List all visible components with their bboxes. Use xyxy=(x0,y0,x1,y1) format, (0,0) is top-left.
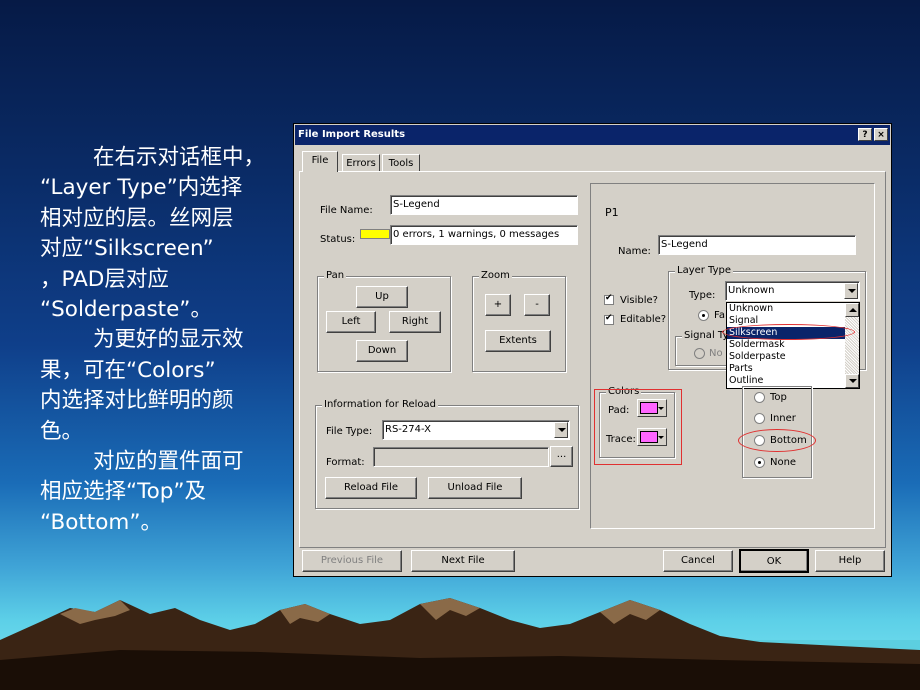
reload-file-button[interactable]: Reload File xyxy=(325,477,417,499)
layer-type-dropdown-list[interactable]: Unknown Signal Silkscreen Soldermask Sol… xyxy=(726,302,860,389)
pan-left-button[interactable]: Left xyxy=(326,311,376,333)
no-radio[interactable] xyxy=(694,348,705,359)
trace-color-picker[interactable] xyxy=(637,428,667,446)
silkscreen-highlight xyxy=(722,324,855,340)
layer-type-group-label: Layer Type xyxy=(675,265,734,277)
top-label: Top xyxy=(770,392,787,403)
zoom-out-button[interactable]: - xyxy=(524,294,550,316)
file-type-label: File Type: xyxy=(326,426,373,437)
text-line: 相应选择“Top”及 xyxy=(40,479,207,505)
format-field[interactable] xyxy=(373,447,549,467)
ok-button[interactable]: OK xyxy=(739,549,809,573)
list-item[interactable]: Soldermask xyxy=(727,339,845,351)
chevron-down-icon xyxy=(658,436,664,439)
pad-color-swatch xyxy=(640,402,658,414)
chevron-down-icon[interactable] xyxy=(554,422,568,438)
text-line: 为更好的显示效 xyxy=(93,327,244,353)
no-label: No xyxy=(709,348,723,359)
layer-type-value: Unknown xyxy=(728,285,775,296)
top-radio[interactable] xyxy=(754,392,765,403)
text-line: 相对应的层。丝网层 xyxy=(40,205,234,231)
layer-name-field[interactable]: S-Legend xyxy=(658,235,856,255)
pan-up-button[interactable]: Up xyxy=(356,286,408,308)
none-label: None xyxy=(770,457,797,468)
unload-file-button[interactable]: Unload File xyxy=(428,477,522,499)
pan-group-label: Pan xyxy=(324,270,347,282)
text-line: “Solderpaste”。 xyxy=(40,297,212,323)
file-import-results-dialog: File Import Results ? × File Errors Tool… xyxy=(293,123,892,577)
close-icon[interactable]: × xyxy=(874,128,888,141)
visible-checkbox[interactable] xyxy=(604,293,614,305)
next-file-button[interactable]: Next File xyxy=(411,550,515,572)
scroll-down-icon[interactable] xyxy=(845,374,859,388)
list-item[interactable]: Unknown xyxy=(727,303,845,315)
status-field: 0 errors, 1 warnings, 0 messages xyxy=(390,225,578,245)
help-button[interactable]: Help xyxy=(815,550,885,572)
tab-tools[interactable]: Tools xyxy=(382,154,420,172)
text-line: “Bottom”。 xyxy=(40,509,162,535)
file-name-label: File Name: xyxy=(320,205,373,216)
file-type-value: RS-274-X xyxy=(385,424,431,435)
status-indicator xyxy=(360,229,390,239)
layer-id: P1 xyxy=(605,206,619,219)
trace-color-swatch xyxy=(640,431,658,443)
layer-type-select[interactable]: Unknown xyxy=(725,281,860,301)
trace-color-label: Trace: xyxy=(606,434,636,445)
visible-label: Visible? xyxy=(620,295,658,306)
scrollbar[interactable] xyxy=(845,303,859,388)
fa-radio[interactable] xyxy=(698,310,709,321)
format-label: Format: xyxy=(326,457,365,468)
text-line: ，PAD层对应 xyxy=(40,266,169,292)
text-line: 内选择对比鲜明的颜 xyxy=(40,388,234,414)
pad-color-label: Pad: xyxy=(608,405,630,416)
layer-name-label: Name: xyxy=(618,246,651,257)
text-line: 色。 xyxy=(40,418,84,444)
help-title-button[interactable]: ? xyxy=(858,128,872,141)
editable-checkbox[interactable] xyxy=(604,313,614,325)
file-name-field: S-Legend xyxy=(390,195,578,215)
tab-errors[interactable]: Errors xyxy=(342,154,380,172)
mountain-landscape xyxy=(0,598,920,690)
type-label: Type: xyxy=(689,290,716,301)
pad-color-picker[interactable] xyxy=(637,399,667,417)
inner-radio[interactable] xyxy=(754,413,765,424)
none-radio[interactable] xyxy=(754,457,765,468)
pan-down-button[interactable]: Down xyxy=(356,340,408,362)
bottom-highlight xyxy=(738,429,816,452)
scroll-up-icon[interactable] xyxy=(845,303,859,317)
dialog-titlebar: File Import Results ? × xyxy=(295,125,890,145)
chevron-down-icon[interactable] xyxy=(844,283,858,299)
editable-label: Editable? xyxy=(620,314,667,325)
chevron-down-icon xyxy=(658,407,664,410)
browse-button[interactable]: ... xyxy=(550,446,573,467)
zoom-in-button[interactable]: + xyxy=(485,294,511,316)
dialog-title: File Import Results xyxy=(298,129,406,140)
text-line: 在右示对话框中， xyxy=(93,145,266,170)
zoom-group-label: Zoom xyxy=(479,270,512,282)
text-line: 对应的置件面可 xyxy=(93,449,244,475)
status-label: Status: xyxy=(320,234,356,245)
pan-right-button[interactable]: Right xyxy=(389,311,441,333)
list-item[interactable]: Solderpaste xyxy=(727,351,845,363)
previous-file-button[interactable]: Previous File xyxy=(302,550,402,572)
cancel-button[interactable]: Cancel xyxy=(663,550,733,572)
zoom-group: Zoom xyxy=(472,270,566,372)
reload-group-label: Information for Reload xyxy=(322,399,439,411)
list-item[interactable]: Parts xyxy=(727,363,845,375)
file-type-select[interactable]: RS-274-X xyxy=(382,420,570,440)
text-line: 对应“Silkscreen” xyxy=(40,236,214,262)
inner-label: Inner xyxy=(770,413,796,424)
text-line: “Layer Type”内选择 xyxy=(40,175,243,201)
text-line: 果，可在“Colors” xyxy=(40,357,216,383)
tab-file[interactable]: File xyxy=(302,151,338,172)
fa-label: Fa xyxy=(714,310,725,321)
slide-description: 在右示对话框中， “Layer Type”内选择 相对应的层。丝网层 对应“Si… xyxy=(40,143,290,538)
zoom-extents-button[interactable]: Extents xyxy=(485,330,551,352)
